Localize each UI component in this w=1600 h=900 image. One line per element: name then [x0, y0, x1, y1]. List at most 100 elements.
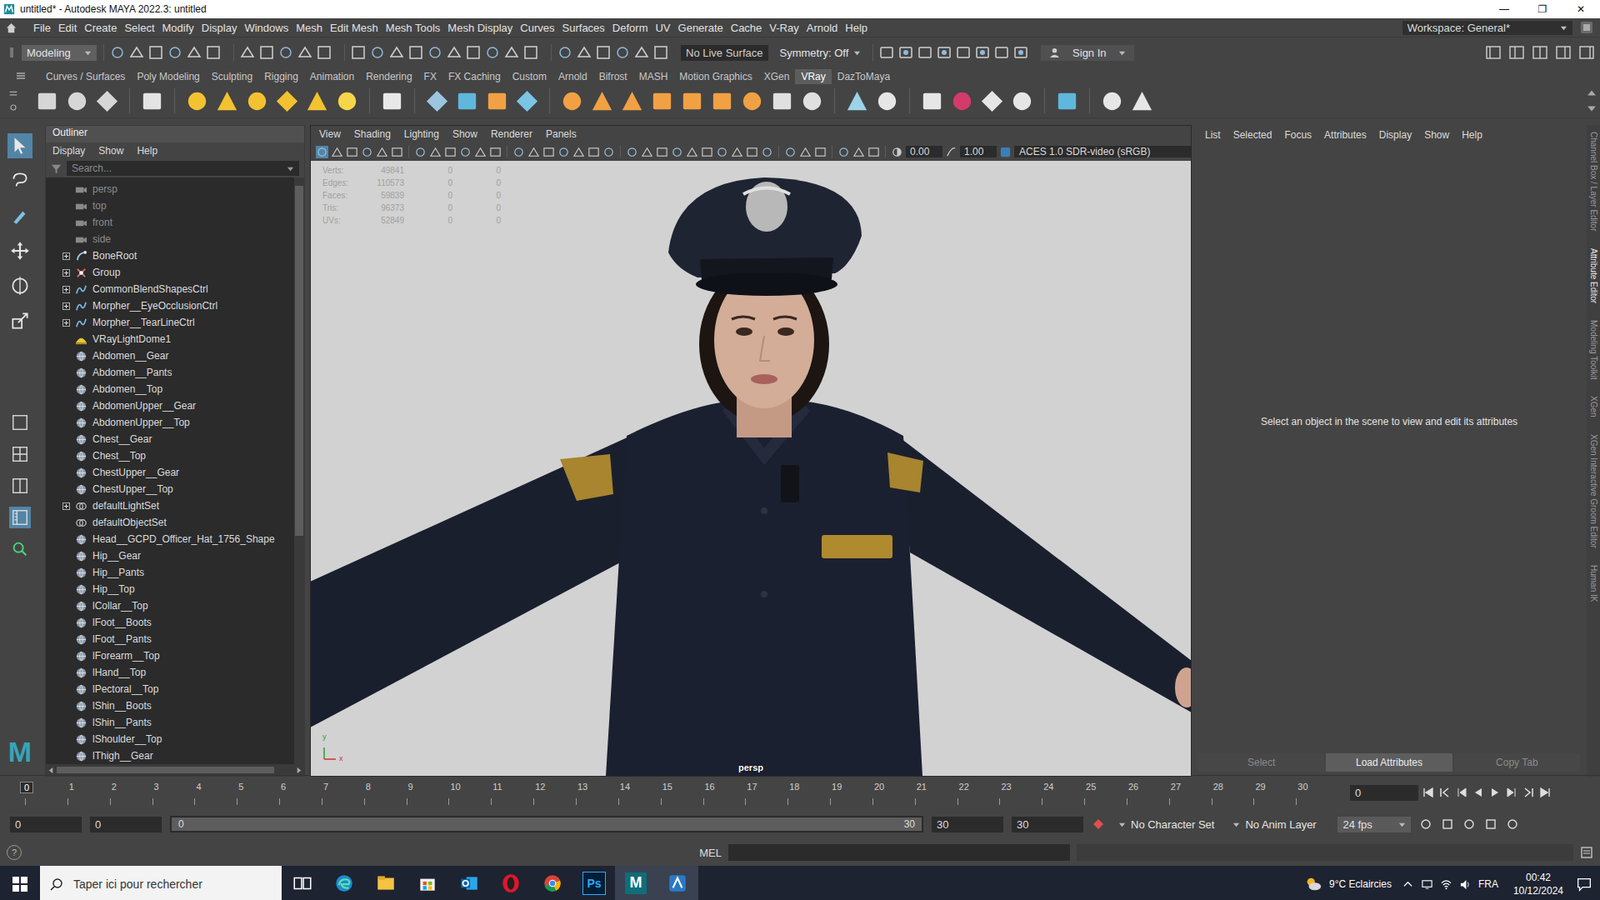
- help-button[interactable]: ?: [6, 845, 22, 860]
- shelf-tab[interactable]: Sculpting: [205, 69, 259, 85]
- menu-item[interactable]: Help: [1461, 129, 1483, 141]
- menu-item[interactable]: Curves: [520, 21, 555, 35]
- range-handle[interactable]: 030: [171, 817, 922, 831]
- panel-tool-icon[interactable]: [670, 145, 684, 159]
- panel-toggle-icon[interactable]: [1578, 44, 1595, 61]
- menu-item[interactable]: Generate: [678, 21, 724, 35]
- menu-item[interactable]: Show: [98, 145, 124, 157]
- outliner-item[interactable]: Morpher__TearLineCtrl: [62, 314, 295, 331]
- character-set-dropdown[interactable]: No Character Set: [1113, 816, 1220, 833]
- shelf-tool-icon[interactable]: [979, 88, 1005, 115]
- outliner-item[interactable]: lFoot__Boots: [62, 614, 295, 631]
- paint-tool-icon[interactable]: [7, 203, 33, 229]
- volume-icon[interactable]: [1459, 878, 1472, 891]
- panel-tool-icon[interactable]: [345, 145, 359, 159]
- playback-button-icon[interactable]: [1455, 785, 1469, 800]
- menu-item[interactable]: Create: [84, 21, 117, 35]
- panel-tool-icon[interactable]: [837, 145, 850, 159]
- shelf-tool-icon[interactable]: [424, 88, 450, 115]
- outliner-item[interactable]: defaultLightSet: [62, 497, 295, 515]
- shelf-tool-icon[interactable]: [379, 88, 405, 115]
- shelf-tab[interactable]: Poly Modeling: [130, 69, 205, 85]
- exposure-field[interactable]: 0.00: [905, 145, 943, 158]
- outliner-item[interactable]: Morpher__EyeOcclusionCtrl: [62, 297, 295, 315]
- outliner-item[interactable]: front: [62, 214, 295, 231]
- frame-tick[interactable]: 6: [279, 780, 322, 805]
- shelf-tab[interactable]: Custom: [506, 69, 553, 85]
- shelf-tool-icon[interactable]: [679, 88, 705, 115]
- panel-tool-icon[interactable]: [799, 145, 812, 159]
- frame-tick[interactable]: 24: [1041, 780, 1085, 805]
- menu-item[interactable]: UV: [655, 21, 670, 35]
- status-tool-icon[interactable]: [465, 44, 482, 61]
- menu-item[interactable]: Display: [52, 145, 85, 157]
- panel-tool-icon[interactable]: [489, 145, 502, 159]
- expand-icon[interactable]: [62, 285, 70, 294]
- panel-toggle-icon[interactable]: [1508, 44, 1525, 61]
- panel-tool-icon[interactable]: [429, 145, 442, 159]
- menu-item[interactable]: Attributes: [1324, 129, 1367, 141]
- status-tool-icon[interactable]: [633, 44, 650, 61]
- menu-item[interactable]: Edit Mesh: [330, 21, 379, 35]
- character-model[interactable]: [310, 160, 1191, 776]
- opera-app[interactable]: [490, 865, 532, 900]
- outliner-item[interactable]: lShin__Boots: [62, 697, 295, 715]
- status-tool-icon[interactable]: [128, 44, 145, 61]
- scroll-thumb[interactable]: [56, 766, 275, 774]
- frame-tick[interactable]: 17: [745, 780, 788, 805]
- shelf-tool-icon[interactable]: [304, 88, 330, 115]
- frame-tick[interactable]: 14: [618, 780, 661, 805]
- frame-tick[interactable]: 11: [490, 780, 534, 805]
- end-frame-field[interactable]: 30: [1011, 816, 1084, 833]
- outliner-item[interactable]: AbdomenUpper__Top: [62, 414, 295, 431]
- home-icon[interactable]: [5, 21, 18, 35]
- panel-tool-icon[interactable]: [814, 145, 827, 159]
- shelf-tool-icon[interactable]: [844, 88, 870, 115]
- layout-preset-icon[interactable]: [9, 506, 31, 529]
- status-tool-icon[interactable]: [652, 44, 670, 61]
- shelf-tool-icon[interactable]: [454, 88, 480, 115]
- menu-item[interactable]: V-Ray: [769, 21, 799, 35]
- panel-tool-icon[interactable]: [745, 145, 759, 159]
- windows-start-icon[interactable]: [0, 875, 40, 893]
- menu-item[interactable]: File: [33, 21, 51, 35]
- shelf-tab[interactable]: Curves / Surfaces: [40, 69, 131, 85]
- outliner-item[interactable]: BoneRoot: [62, 247, 295, 265]
- side-tab[interactable]: Channel Box / Layer Editor: [1589, 131, 1599, 232]
- panel-tool-icon[interactable]: [360, 145, 374, 159]
- shelf-tab[interactable]: DazToMaya: [831, 69, 896, 85]
- frame-tick[interactable]: 10: [448, 780, 491, 805]
- render-tool-icon[interactable]: [1012, 44, 1030, 61]
- menu-item[interactable]: Selected: [1233, 129, 1273, 141]
- outliner-item[interactable]: Hip__Pants: [62, 564, 295, 581]
- scroll-up-icon[interactable]: [1586, 88, 1597, 99]
- playback-button-icon[interactable]: [1438, 785, 1452, 800]
- frame-tick[interactable]: 9: [406, 780, 450, 805]
- edge-app[interactable]: [323, 865, 365, 900]
- status-tool-icon[interactable]: [575, 44, 593, 61]
- menu-item[interactable]: Surfaces: [562, 21, 605, 35]
- shelf-tool-icon[interactable]: [1009, 88, 1035, 115]
- shelf-tab[interactable]: Rendering: [360, 69, 418, 85]
- status-tool-icon[interactable]: [109, 44, 126, 61]
- fps-dropdown[interactable]: 24 fps: [1337, 816, 1411, 833]
- menu-item[interactable]: Help: [845, 21, 868, 35]
- menu-item[interactable]: Deform: [612, 21, 649, 35]
- shelf-tool-icon[interactable]: [799, 88, 825, 115]
- outliner-item[interactable]: VRayLightDome1: [62, 330, 295, 348]
- frame-tick[interactable]: 8: [364, 780, 407, 805]
- current-frame-field[interactable]: 0: [1350, 785, 1419, 801]
- status-tool-icon[interactable]: [147, 44, 165, 61]
- panel-tool-icon[interactable]: [375, 145, 389, 159]
- playback-button-icon[interactable]: [1421, 785, 1435, 800]
- frame-tick[interactable]: 27: [1169, 780, 1212, 805]
- outliner-item[interactable]: CommonBlendShapesCtrl: [62, 280, 295, 298]
- panel-tool-icon[interactable]: [557, 145, 570, 159]
- search-icon[interactable]: [9, 538, 31, 560]
- panel-tool-icon[interactable]: [715, 145, 729, 159]
- status-tool-icon[interactable]: [426, 44, 444, 61]
- outliner-item[interactable]: ChestUpper__Top: [62, 480, 295, 498]
- notification-icon[interactable]: [1575, 875, 1594, 894]
- menu-item[interactable]: Modify: [162, 21, 195, 35]
- shelf-tab[interactable]: FX Caching: [442, 69, 507, 85]
